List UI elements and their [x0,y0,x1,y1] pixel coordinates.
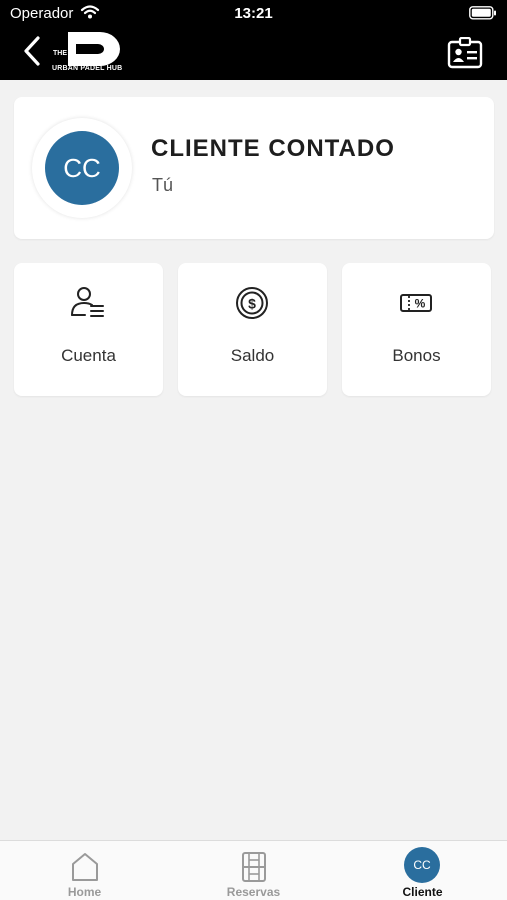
avatar-ring: CC [32,118,132,218]
user-list-icon [71,287,104,317]
logo-text: URBAN PADEL HUB [52,65,123,72]
tile-saldo[interactable]: $ Saldo [178,263,327,396]
clock: 13:21 [234,5,273,22]
profile-card: CC CLIENTE CONTADO Tú [14,97,494,239]
tile-bonos[interactable]: % Bonos [342,263,491,396]
svg-text:$: $ [248,296,256,312]
tab-label: Cliente [402,885,443,899]
top-bar: Operador 13:21 THE URBAN PADEL HUB [0,0,507,80]
tile-cuenta[interactable]: Cuenta [14,263,163,396]
home-icon [72,853,98,881]
tab-avatar: CC [404,847,440,883]
avatar: CC [45,131,119,205]
profile-name: CLIENTE CONTADO [151,135,395,162]
tab-home[interactable]: Home [0,841,169,900]
battery-icon [469,6,496,20]
chevron-left-icon[interactable] [18,34,48,68]
svg-text:%: % [415,297,426,311]
coin-icon: $ [236,287,268,319]
tab-label: Home [67,885,102,899]
ticket-percent-icon: % [400,294,432,312]
profile-subtitle: Tú [152,175,174,195]
tab-bar: Home Reservas CC Cliente [0,840,507,900]
tile-label: Saldo [230,346,275,365]
logo-the-text: THE [53,50,67,57]
tab-label: Reservas [226,885,281,899]
id-card-icon[interactable] [447,37,483,69]
tile-label: Bonos [392,346,441,365]
tab-reservas[interactable]: Reservas [169,841,338,900]
court-icon [242,852,266,882]
status-bar: Operador 13:21 [0,0,507,28]
tab-cliente[interactable]: CC Cliente [338,841,507,900]
tile-label: Cuenta [61,346,116,365]
